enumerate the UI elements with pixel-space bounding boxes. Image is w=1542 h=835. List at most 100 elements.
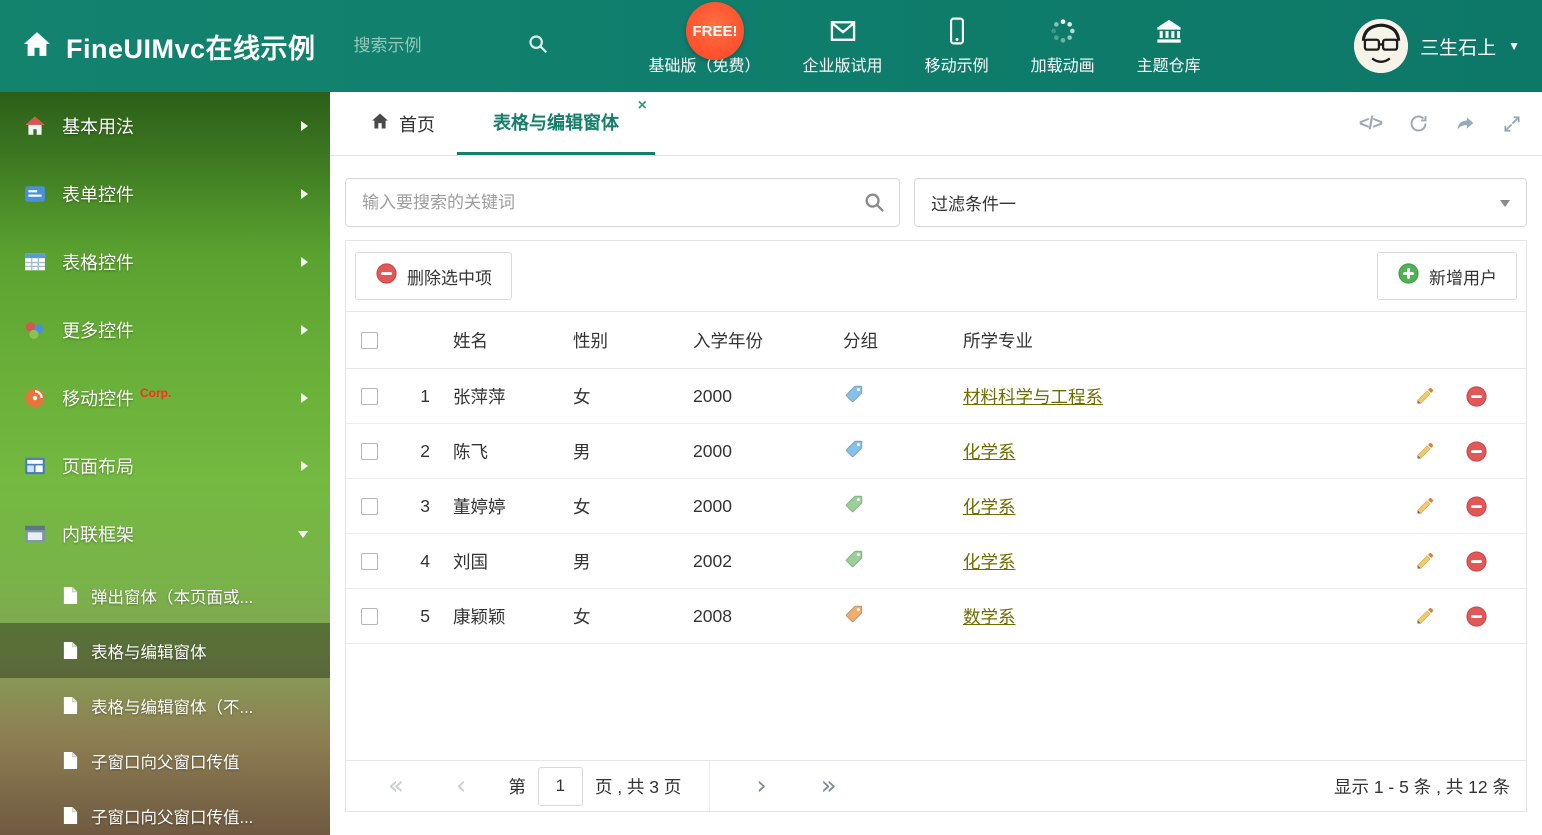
sidebar-subitem-label: 子窗口向父窗口传值... xyxy=(91,808,254,827)
delete-icon[interactable] xyxy=(1465,440,1488,463)
tab-actions: </> xyxy=(1359,92,1522,155)
row-checkbox[interactable] xyxy=(361,498,378,516)
sidebar-item-more-controls[interactable]: 更多控件 xyxy=(0,296,330,364)
sidebar-subitem-grid-edit-window[interactable]: 表格与编辑窗体 xyxy=(0,623,330,678)
row-index: 4 xyxy=(398,533,438,589)
major-link[interactable]: 化学系 xyxy=(963,442,1016,462)
add-user-label: 新增用户 xyxy=(1429,268,1497,288)
major-link[interactable]: 材料科学与工程系 xyxy=(963,387,1103,407)
first-page-icon[interactable]: « xyxy=(388,773,404,799)
column-header-gender: 性别 xyxy=(558,311,678,369)
delete-selected-label: 删除选中项 xyxy=(407,268,492,288)
prev-page-icon[interactable]: ‹ xyxy=(456,773,466,799)
next-page-icon[interactable]: › xyxy=(756,773,766,799)
nav-item-loading-animations[interactable]: 加载动画 xyxy=(1031,17,1095,76)
shapes-icon xyxy=(22,319,48,341)
page-number-input[interactable] xyxy=(537,766,583,806)
cell-year: 2000 xyxy=(678,368,828,424)
add-user-button[interactable]: 新增用户 xyxy=(1377,252,1517,300)
sidebar-item-grid-controls[interactable]: 表格控件 xyxy=(0,228,330,296)
grid-toolbar: 删除选中项 新增用户 xyxy=(346,241,1526,311)
sidebar-subitem-child-to-parent-alt[interactable]: 子窗口向父窗口传值... xyxy=(0,788,330,835)
row-index: 2 xyxy=(398,423,438,479)
row-checkbox[interactable] xyxy=(361,388,378,406)
header-search-input[interactable] xyxy=(353,36,519,56)
edit-icon[interactable] xyxy=(1414,440,1436,462)
sidebar-item-page-layout[interactable]: 页面布局 xyxy=(0,432,330,500)
form-icon xyxy=(22,183,48,205)
table-header-row: 姓名 性别 入学年份 分组 所学专业 xyxy=(346,311,1526,369)
delete-icon[interactable] xyxy=(1465,550,1488,573)
brand[interactable]: FineUIMvc在线示例 xyxy=(22,27,316,66)
search-icon[interactable] xyxy=(527,33,549,60)
cell-name: 康颖颖 xyxy=(438,588,558,644)
sidebar-subitem-popup-window[interactable]: 弹出窗体（本页面或... xyxy=(0,568,330,623)
last-page-icon[interactable]: » xyxy=(821,773,837,799)
sidebar-subitem-child-to-parent[interactable]: 子窗口向父窗口传值 xyxy=(0,733,330,788)
nav-item-mobile-demo[interactable]: 移动示例 xyxy=(925,17,989,76)
edit-icon[interactable] xyxy=(1414,385,1436,407)
select-all-checkbox[interactable] xyxy=(361,332,378,350)
close-icon[interactable]: × xyxy=(638,98,647,114)
sidebar-item-label: 表格控件 xyxy=(62,253,134,273)
major-link[interactable]: 数学系 xyxy=(963,607,1016,627)
column-header-year: 入学年份 xyxy=(678,311,828,369)
file-icon xyxy=(62,586,79,605)
nav-item-theme-store[interactable]: 主题仓库 xyxy=(1137,17,1201,76)
sidebar-subitem-grid-edit-window-alt[interactable]: 表格与编辑窗体（不... xyxy=(0,678,330,733)
sidebar-item-form-controls[interactable]: 表单控件 xyxy=(0,160,330,228)
free-badge-label: FREE! xyxy=(692,22,738,40)
edit-icon[interactable] xyxy=(1414,495,1436,517)
tab-bar: 首页 表格与编辑窗体 × </> xyxy=(330,92,1542,156)
cell-gender: 男 xyxy=(558,533,678,589)
column-header-name: 姓名 xyxy=(438,311,558,369)
row-checkbox[interactable] xyxy=(361,553,378,571)
sidebar-item-mobile-controls[interactable]: 移动控件 Corp. xyxy=(0,364,330,432)
table-row[interactable]: 1 张萍萍 女 2000 材料科学与工程系 xyxy=(346,368,1526,424)
sidebar-item-label: 移动控件 xyxy=(62,389,134,409)
tab-home[interactable]: 首页 xyxy=(348,92,457,155)
grid-empty-space xyxy=(346,644,1526,760)
sidebar-item-basic-usage[interactable]: 基本用法 xyxy=(0,92,330,160)
file-icon xyxy=(62,641,79,660)
row-checkbox[interactable] xyxy=(361,608,378,626)
table-row[interactable]: 4 刘国 男 2002 化学系 xyxy=(346,533,1526,589)
edit-icon[interactable] xyxy=(1414,605,1436,627)
chevron-right-icon xyxy=(301,189,308,199)
row-checkbox[interactable] xyxy=(361,443,378,461)
table-row[interactable]: 3 董婷婷 女 2000 化学系 xyxy=(346,478,1526,534)
user-menu[interactable]: 三生石上 ▼ xyxy=(1354,19,1520,73)
delete-icon[interactable] xyxy=(1465,385,1488,408)
delete-selected-button[interactable]: 删除选中项 xyxy=(355,252,512,300)
tag-icon xyxy=(843,438,865,460)
major-link[interactable]: 化学系 xyxy=(963,497,1016,517)
cell-gender: 女 xyxy=(558,478,678,534)
sidebar-item-iframe[interactable]: 内联框架 xyxy=(0,500,330,568)
table-icon xyxy=(22,251,48,273)
main-content: 首页 表格与编辑窗体 × </> 输入要搜索的关键词 过滤条件一 删除选中项 新… xyxy=(330,92,1542,835)
delete-icon[interactable] xyxy=(1465,605,1488,628)
house-icon xyxy=(22,115,48,137)
nav-item-label: 主题仓库 xyxy=(1136,57,1201,75)
tab-grid-edit-window[interactable]: 表格与编辑窗体 × xyxy=(457,92,655,155)
chevron-right-icon xyxy=(301,461,308,471)
refresh-icon[interactable] xyxy=(1408,113,1429,134)
edit-icon[interactable] xyxy=(1414,550,1436,572)
mobile-control-icon xyxy=(22,387,48,409)
delete-icon[interactable] xyxy=(1465,495,1488,518)
column-header-actions xyxy=(1396,311,1526,369)
source-code-icon[interactable]: </> xyxy=(1359,113,1383,134)
table-row[interactable]: 2 陈飞 男 2000 化学系 xyxy=(346,423,1526,479)
filter-dropdown[interactable]: 过滤条件一 xyxy=(914,178,1527,227)
major-link[interactable]: 化学系 xyxy=(963,552,1016,572)
column-header-index xyxy=(398,311,438,369)
expand-icon[interactable] xyxy=(1502,114,1522,134)
nav-item-enterprise-trial[interactable]: 企业版试用 xyxy=(803,17,883,76)
share-icon[interactable] xyxy=(1455,113,1476,134)
keyword-search-input[interactable] xyxy=(345,178,900,227)
free-badge[interactable]: FREE! xyxy=(686,2,744,60)
table-row[interactable]: 5 康颖颖 女 2008 数学系 xyxy=(346,588,1526,644)
search-icon[interactable] xyxy=(863,191,886,219)
spinner-icon xyxy=(1049,17,1077,45)
nav-item-label: 加载动画 xyxy=(1030,57,1095,75)
